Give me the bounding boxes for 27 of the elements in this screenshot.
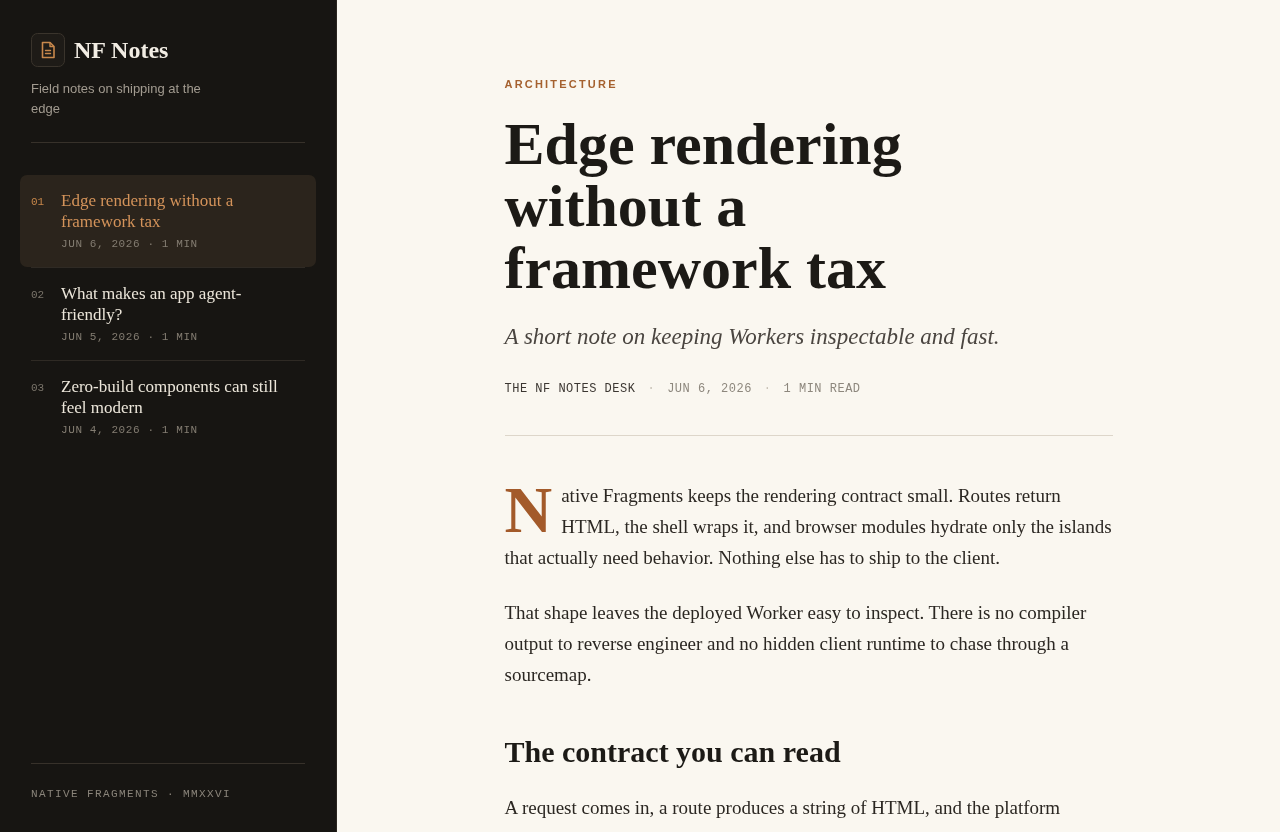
section-heading: The contract you can read — [504, 734, 842, 770]
footer-text: NATIVE FRAGMENTS · MMXXVI — [31, 788, 232, 800]
post-meta: JUN 5, 2026 · 1 MIN — [61, 330, 198, 345]
article-subtitle: A short note on keeping Workers inspectable and fast. — [504, 323, 1001, 351]
article-title: Edge rendering without a framework tax — [504, 113, 903, 299]
post-list-item[interactable]: 03 Zero-build components can still feel modern JUN 4, 2026 · 1 MIN — [20, 361, 316, 453]
brand-title: NF Notes — [74, 36, 169, 65]
post-meta: JUN 6, 2026 · 1 MIN — [61, 237, 198, 252]
post-meta: JUN 4, 2026 · 1 MIN — [61, 423, 198, 438]
post-number: 01 — [31, 195, 46, 210]
category-label: ARCHITECTURE — [504, 77, 619, 92]
byline-reading-time: 1 MIN READ — [783, 381, 861, 398]
byline-author: THE NF NOTES DESK — [504, 381, 636, 398]
byline-separator: · — [647, 381, 656, 398]
post-title: Zero-build components can still feel modern — [61, 376, 279, 418]
byline-separator: · — [763, 381, 772, 398]
post-number: 03 — [31, 381, 46, 396]
post-title: Edge rendering without a framework tax — [61, 190, 235, 232]
post-number: 02 — [31, 288, 46, 303]
post-list-item[interactable]: 01 Edge rendering without a framework tax JUN 6, 2026 · 1 MIN — [20, 175, 316, 267]
brand-tagline: Field notes on shipping at the edge — [31, 80, 202, 118]
body-paragraph: A request comes in, a route produces a string of HTML, and the platform — [504, 796, 1062, 820]
byline-date: JUN 6, 2026 — [667, 381, 752, 398]
post-list-item[interactable]: 02 What makes an app agent-friendly? JUN 5, 2026 · 1 MIN — [20, 268, 316, 360]
document-icon — [31, 33, 65, 67]
post-title: What makes an app agent-friendly? — [61, 283, 243, 325]
body-paragraph: That shape leaves the deployed Worker easy to inspect. There is no compiler output to reverse engineer and no hidden client runtime to chase through a sourcemap. — [504, 601, 1088, 687]
